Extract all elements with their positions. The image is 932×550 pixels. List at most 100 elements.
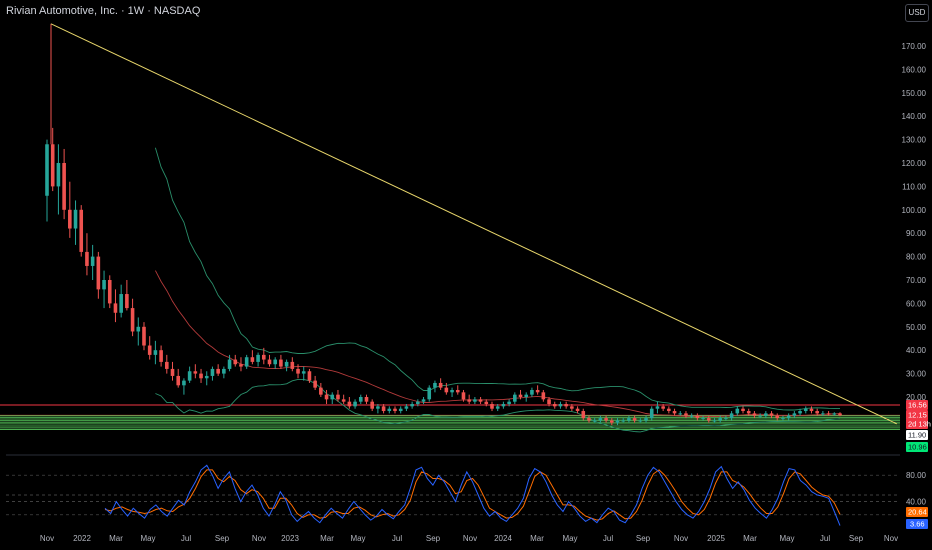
candle-body [621, 420, 626, 422]
indicator-lines [154, 147, 841, 433]
price-axis[interactable]: 170.00 160.00 150.00 140.00 130.00 120.00 110.… [902, 42, 927, 402]
candle-body [467, 399, 471, 402]
candle-body [655, 406, 660, 409]
candle-body [547, 399, 551, 405]
candle-body [301, 371, 306, 374]
price-tick-label: 160.00 [902, 65, 927, 74]
candle-body [336, 394, 340, 400]
candle-body [96, 256, 101, 290]
candle-body [530, 389, 534, 395]
price-badge-label: 11.90 [908, 431, 926, 440]
candle-body [815, 411, 819, 414]
candle-body [678, 413, 683, 415]
price-chart[interactable]: 170.00 160.00 150.00 140.00 130.00 120.00 110.… [0, 0, 932, 550]
time-tick-label: Jul [820, 534, 830, 543]
trendline-line[interactable] [50, 23, 898, 425]
candle-body [204, 375, 209, 379]
candle-body [261, 354, 266, 360]
candle-body [729, 413, 734, 419]
candle-body [661, 406, 665, 409]
price-tick-label: 130.00 [902, 136, 927, 145]
candle-body [838, 413, 842, 416]
candle-body [798, 411, 802, 414]
candle-body [495, 406, 500, 409]
candle-body [746, 411, 751, 414]
price-tick-label: 100.00 [902, 206, 927, 215]
candle-body [85, 251, 89, 266]
candle-body [507, 401, 511, 405]
candle-body [170, 368, 175, 376]
candle-body [598, 418, 603, 421]
candle-body [558, 404, 563, 407]
price-tick-label: 110.00 [902, 182, 926, 191]
candle-body [741, 408, 745, 412]
time-tick-label: Nov [252, 534, 266, 543]
candle-body [701, 418, 705, 420]
candle-body [50, 144, 55, 187]
candle-body [267, 359, 272, 365]
candle-body [73, 209, 78, 229]
candle-body [781, 418, 785, 420]
candle-body [455, 389, 460, 393]
candle-body [752, 413, 757, 416]
candle-body [244, 357, 249, 367]
candle-body [416, 401, 420, 405]
price-tick-label: 50.00 [906, 323, 927, 332]
candle-body [330, 394, 335, 400]
candle-body [376, 406, 380, 409]
candle-body [484, 401, 489, 405]
stochastic-pane: 80.00 40.0020.64 3.66 [6, 464, 928, 529]
stoch-k-badge-label: 3.66 [910, 520, 925, 529]
candle-body [501, 404, 506, 407]
candle-body [296, 368, 300, 374]
candle-body [609, 420, 614, 423]
time-axis[interactable]: Nov 2022 Mar May Jul Sep Nov 2023 Mar May Jul Sep No… [40, 534, 898, 543]
candle-body [541, 392, 546, 400]
price-tick-label: 60.00 [906, 299, 927, 308]
candle-body [712, 420, 717, 422]
candle-body [735, 408, 740, 414]
candle-body [524, 394, 529, 397]
candle-body [341, 399, 346, 402]
candle-body [718, 418, 722, 421]
stoch-level-label: 40.00 [906, 498, 927, 507]
price-badge-label: 10.96 [908, 443, 927, 452]
candle-body [136, 326, 141, 332]
candle-body [353, 401, 357, 407]
candle-body [290, 361, 295, 369]
candle-body [632, 418, 637, 421]
price-tick-label: 150.00 [902, 89, 927, 98]
trendline[interactable] [50, 23, 898, 425]
candle-body [444, 387, 449, 393]
candle-body [381, 406, 386, 412]
price-tick-label: 90.00 [906, 229, 927, 238]
candle-body [239, 364, 243, 367]
price-badge-label: 16.56 [908, 401, 927, 410]
candle-body [176, 375, 181, 386]
time-tick-label: Jul [603, 534, 613, 543]
candle-body [604, 418, 608, 421]
time-tick-label: Sep [849, 534, 864, 543]
candle-body [638, 420, 643, 422]
candle-body [706, 418, 711, 421]
price-tick-label: 170.00 [902, 42, 927, 51]
price-badges: 16.5612.152d 13h 11.90 10.96 [906, 400, 931, 452]
candle-body [364, 397, 369, 402]
candle-body [273, 359, 278, 365]
time-tick-label: Sep [215, 534, 230, 543]
candle-body [684, 413, 688, 416]
candle-body [410, 404, 414, 407]
candle-body [358, 397, 363, 402]
stoch-level-label: 80.00 [906, 471, 927, 480]
candle-body [821, 413, 825, 415]
candle-body [581, 411, 586, 419]
candle-body [79, 209, 84, 252]
candle-body [284, 361, 289, 367]
candle-body [667, 408, 671, 412]
candle-body [199, 373, 203, 379]
candle-body [210, 368, 215, 376]
time-tick-label: Jul [181, 534, 191, 543]
candle-body [45, 144, 49, 196]
candle-body [68, 209, 72, 229]
candle-body [398, 408, 403, 412]
